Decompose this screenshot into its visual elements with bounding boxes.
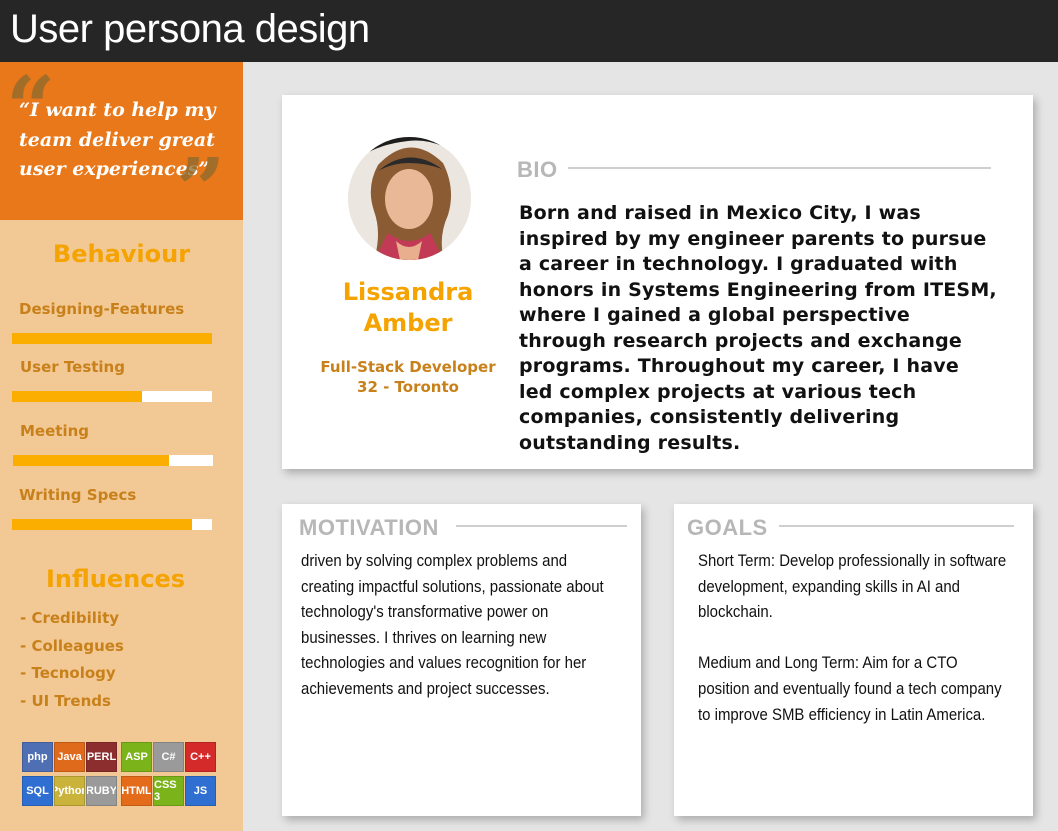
cplusplus-icon: C++ <box>185 742 216 772</box>
python-icon: Python <box>54 776 85 806</box>
skill-label: User Testing <box>20 358 125 376</box>
perl-icon: PERL <box>86 742 117 772</box>
persona-name: Lissandra Amber <box>342 278 474 337</box>
goal-short-term: Short Term: Develop professionally in so… <box>698 551 1007 622</box>
behaviour-heading: Behaviour <box>52 240 191 268</box>
persona-age-location: 32 - Toronto <box>357 378 459 396</box>
bio-text: Born and raised in Mexico City, I was in… <box>519 202 997 454</box>
persona-job-title: Full-Stack Developer <box>320 358 496 376</box>
quote-box: “ “I want to help my team deliver great … <box>0 62 243 234</box>
influences-heading: Influences <box>45 565 186 593</box>
goals-text: Short Term: Develop professionally in so… <box>698 548 1010 727</box>
influence-item: - Credibility <box>20 609 120 627</box>
motivation-card: MOTIVATION driven by solving complex pro… <box>282 504 641 816</box>
bio-card: Lissandra Amber Full-Stack Developer 32 … <box>282 95 1033 469</box>
skill-bar <box>12 333 212 344</box>
skill-bar <box>12 391 212 402</box>
skill-label: Writing Specs <box>19 486 137 504</box>
motivation-label: MOTIVATION <box>299 515 439 540</box>
js-icon: JS <box>185 776 216 806</box>
goals-label: GOALS <box>687 515 768 540</box>
csharp-icon: C# <box>153 742 184 772</box>
tech-icon-grid: phpJavaPERLASPC#C++ SQLPythonRUBYHTMLCSS … <box>22 742 218 808</box>
skill-bar-fill <box>12 519 192 530</box>
skill-bar-fill <box>13 455 169 466</box>
influence-item: - Colleagues <box>20 637 124 655</box>
bio-label: BIO <box>517 157 558 182</box>
skill-bar <box>12 519 212 530</box>
goal-long-term: Medium and Long Term: Aim for a CTO posi… <box>698 653 1002 724</box>
css-icon: CSS 3 <box>153 776 184 806</box>
html-icon: HTML <box>121 776 152 806</box>
persona-role: Full-Stack Developer 32 - Toronto <box>318 357 498 397</box>
bio-divider <box>568 167 991 169</box>
page-title: User persona design <box>10 7 370 51</box>
sidebar: “ “I want to help my team deliver great … <box>0 62 243 831</box>
ruby-icon: RUBY <box>86 776 117 806</box>
sql-icon: SQL <box>22 776 53 806</box>
skill-label: Meeting <box>20 422 90 440</box>
avatar <box>348 137 471 260</box>
skill-bar-fill <box>12 391 142 402</box>
motivation-text: driven by solving complex problems and c… <box>301 551 604 698</box>
skill-bar <box>13 455 213 466</box>
header-bar: User persona design <box>0 0 1058 62</box>
java-icon: Java <box>54 742 85 772</box>
goals-divider <box>779 525 1014 527</box>
php-icon: php <box>22 742 53 772</box>
influence-item: - UI Trends <box>20 692 111 710</box>
skill-bar-fill <box>12 333 212 344</box>
asp-icon: ASP <box>121 742 152 772</box>
quote-close-icon: ” <box>176 140 226 241</box>
motivation-divider <box>456 525 627 527</box>
influence-item: - Tecnology <box>20 664 116 682</box>
goals-card: GOALS Short Term: Develop professionally… <box>674 504 1033 816</box>
skill-label: Designing-Features <box>19 300 185 318</box>
